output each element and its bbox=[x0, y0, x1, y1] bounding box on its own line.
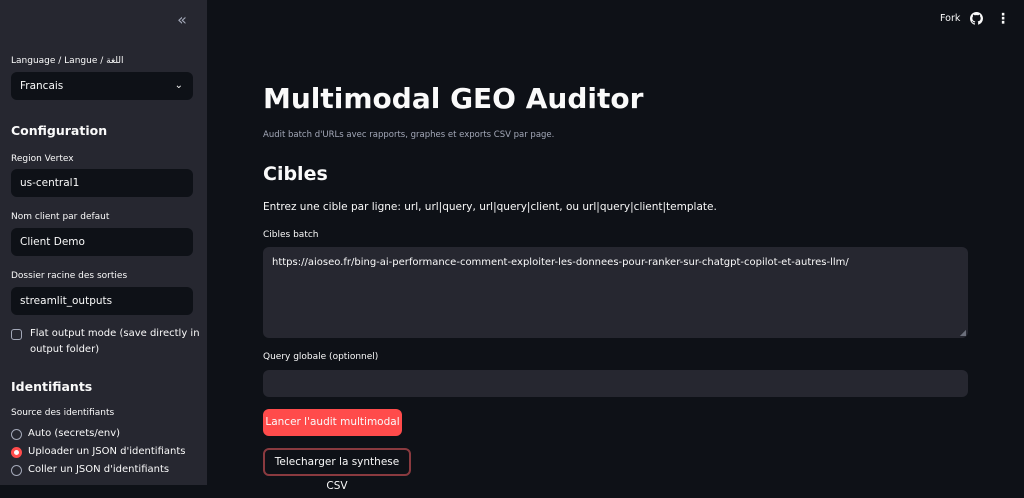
targets-value: https://aioseo.fr/bing-ai-performance-co… bbox=[272, 257, 849, 268]
ident-source-label: Source des identifiants bbox=[11, 408, 115, 418]
github-icon[interactable] bbox=[970, 12, 983, 25]
page-title: Multimodal GEO Auditor bbox=[263, 82, 644, 115]
section-heading: Cibles bbox=[263, 163, 328, 185]
query-input[interactable] bbox=[263, 370, 968, 397]
region-label: Region Vertex bbox=[11, 154, 74, 164]
query-label: Query globale (optionnel) bbox=[263, 352, 379, 362]
chevrons-left-icon[interactable]: « bbox=[174, 12, 190, 28]
radio-auto-label: Auto (secrets/env) bbox=[28, 428, 121, 439]
output-folder-label: Dossier racine des sorties bbox=[11, 271, 128, 281]
output-folder-input[interactable]: streamlit_outputs bbox=[11, 287, 193, 315]
radio-upload[interactable] bbox=[11, 447, 22, 458]
chevron-down-icon: ⌄ bbox=[174, 80, 183, 91]
radio-auto[interactable] bbox=[11, 429, 22, 440]
targets-textarea[interactable]: https://aioseo.fr/bing-ai-performance-co… bbox=[263, 247, 968, 338]
download-csv-button[interactable]: Telecharger la synthese CSV bbox=[263, 448, 411, 492]
flat-mode-label: Flat output mode (save directly in outpu… bbox=[30, 328, 200, 355]
radio-paste-label: Coller un JSON d'identifiants bbox=[28, 464, 170, 475]
sidebar: « Language / Langue / اللغة Francais ⌄ C… bbox=[0, 0, 207, 485]
instructions-text: Entrez une cible par ligne: url, url|que… bbox=[263, 201, 717, 213]
run-audit-button[interactable]: Lancer l'audit multimodal bbox=[263, 409, 402, 436]
language-select[interactable]: Francais ⌄ bbox=[11, 72, 193, 100]
resize-handle-icon[interactable]: ◢ bbox=[960, 328, 966, 337]
radio-upload-label: Uploader un JSON d'identifiants bbox=[28, 446, 186, 457]
flat-mode-checkbox[interactable] bbox=[11, 329, 22, 340]
radio-paste[interactable] bbox=[11, 465, 22, 476]
client-input[interactable]: Client Demo bbox=[11, 228, 193, 256]
targets-label: Cibles batch bbox=[263, 230, 319, 240]
ident-heading: Identifiants bbox=[11, 379, 93, 394]
language-label: Language / Langue / اللغة bbox=[11, 56, 124, 66]
page-subtitle: Audit batch d'URLs avec rapports, graphe… bbox=[263, 130, 555, 140]
fork-link[interactable]: Fork bbox=[940, 13, 960, 24]
region-input[interactable]: us-central1 bbox=[11, 169, 193, 197]
client-label: Nom client par defaut bbox=[11, 212, 110, 222]
config-heading: Configuration bbox=[11, 123, 108, 138]
language-value: Francais bbox=[20, 80, 64, 92]
more-vertical-icon[interactable]: ⋮ bbox=[996, 11, 1010, 27]
